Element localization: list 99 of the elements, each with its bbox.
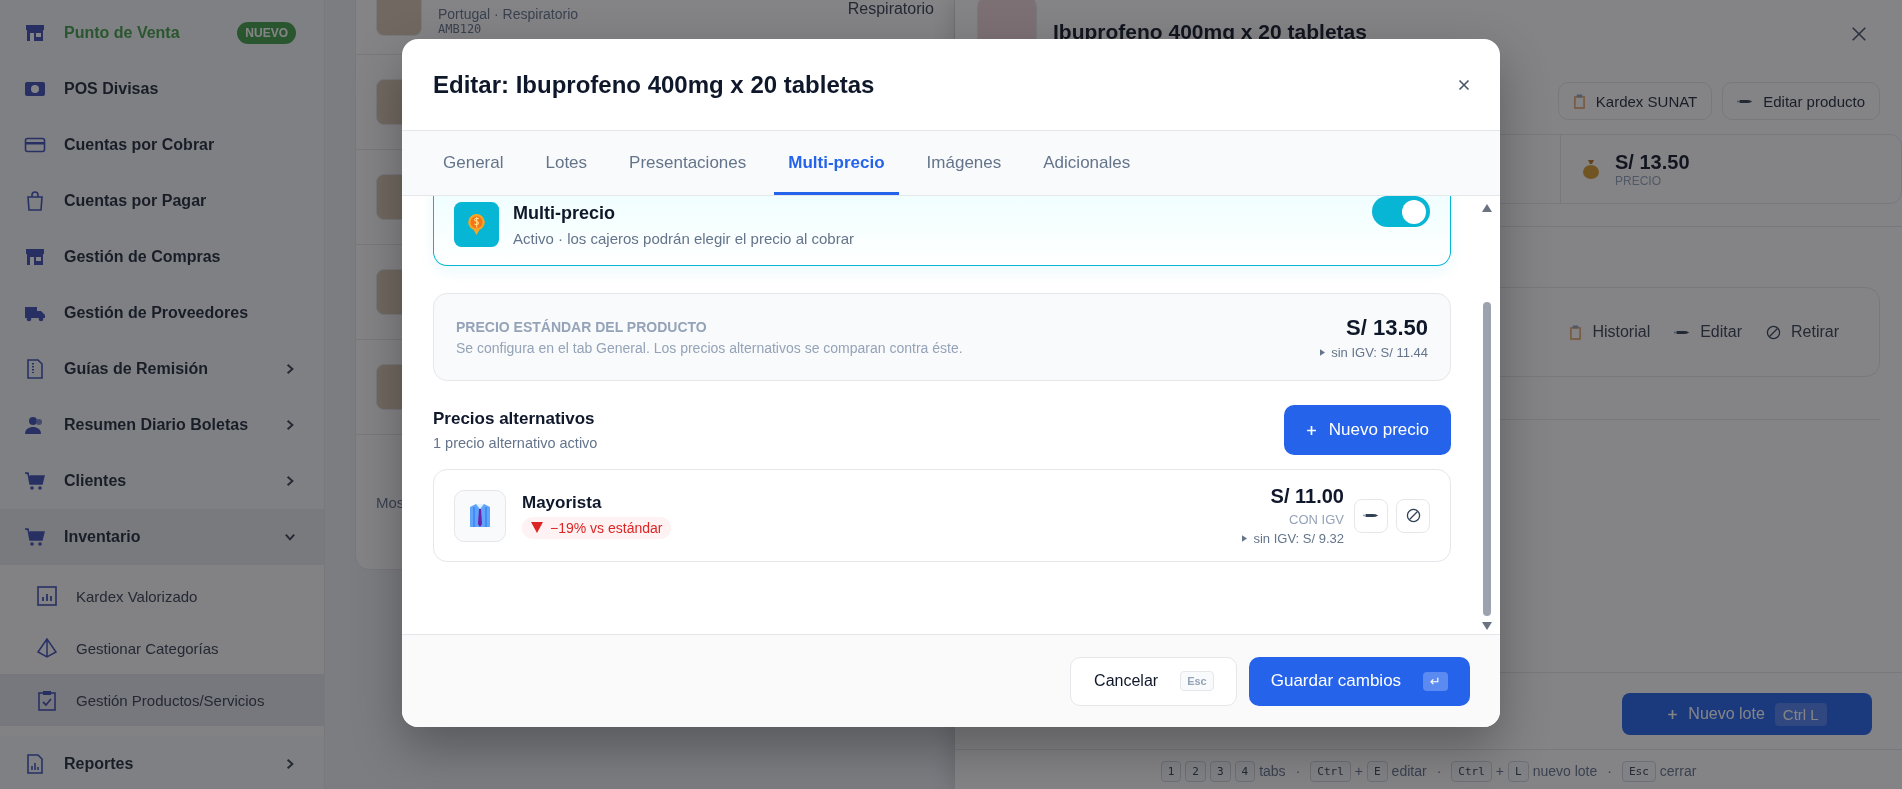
edit-button[interactable]: [1354, 498, 1388, 533]
keyboard-key: L: [1508, 760, 1529, 782]
money-badge-icon: [454, 202, 499, 247]
sidebar-item[interactable]: Resumen Diario Boletas: [0, 397, 324, 453]
keyboard-key: 3: [1209, 760, 1231, 782]
close-icon[interactable]: [1458, 78, 1470, 91]
submenu-item[interactable]: Gestionar Categorías: [0, 622, 324, 674]
product-category: Respiratorio: [847, 0, 934, 18]
sidebar-item[interactable]: Cuentas por Pagar: [0, 173, 324, 229]
plus-icon: [1305, 424, 1317, 436]
scroll-up-icon[interactable]: [1482, 204, 1492, 212]
store-icon: [24, 22, 46, 44]
panel-action-button[interactable]: Kardex SUNAT: [1557, 82, 1713, 120]
tab[interactable]: Lotes: [531, 131, 602, 195]
submenu-item[interactable]: Gestión Productos/Servicios: [0, 674, 324, 726]
pen-icon: [1363, 512, 1379, 519]
money-bag-icon: [1581, 158, 1601, 180]
keyboard-key: 4: [1234, 760, 1256, 782]
submenu-item[interactable]: Kardex Valorizado: [0, 570, 324, 622]
keyboard-key: Ctrl: [1451, 760, 1492, 782]
sidebar-item[interactable]: POS Divisas: [0, 61, 324, 117]
cart-icon: [24, 470, 46, 492]
section-subtitle: 1 precio alternativo activo: [433, 435, 598, 451]
sidebar-item[interactable]: Guías de Remisión: [0, 341, 324, 397]
price-value: S/ 13.50: [1615, 150, 1690, 174]
cancel-button[interactable]: Cancelar Esc: [1070, 656, 1237, 706]
sidebar-item[interactable]: Reportes: [0, 736, 324, 789]
shortcut-label: nuevo lote: [1532, 763, 1598, 779]
caret-icon: [1320, 348, 1326, 356]
sidebar-item[interactable]: Punto de Venta NUEVO: [0, 5, 324, 61]
batch-action-button[interactable]: Retirar: [1766, 323, 1839, 341]
sidebar-item[interactable]: Clientes: [0, 453, 324, 509]
shortcut-label: editar: [1391, 763, 1427, 779]
panel-action-button[interactable]: Editar producto: [1722, 82, 1880, 120]
shortcut-key: ↵: [1423, 671, 1448, 691]
prohibited-icon: [1405, 508, 1421, 523]
store-icon: [24, 246, 46, 268]
shortcut-label: tabs: [1259, 763, 1286, 779]
alternative-price: S/ 11.00: [1270, 485, 1344, 508]
tab[interactable]: Adicionales: [1029, 131, 1145, 195]
shortcut-key: Esc: [1180, 671, 1214, 691]
report-icon: [24, 753, 46, 775]
toggle-switch[interactable]: [1372, 196, 1430, 227]
scroll-down-icon[interactable]: [1482, 622, 1492, 630]
batch-action-button[interactable]: Editar: [1674, 323, 1742, 341]
section-description: Se configura en el tab General. Los precios alternativos se comparan contra éste.: [456, 339, 964, 356]
clipboard-icon: [1572, 93, 1586, 109]
net-price: sin IGV: S/ 11.44: [1331, 344, 1428, 360]
price-name: Mayorista: [522, 492, 602, 513]
clipboard-check-icon: [36, 689, 58, 711]
feature-description: Activo · los cajeros podrán elegir el precio al cobrar: [513, 230, 855, 247]
chart-icon: [36, 585, 58, 607]
sidebar-item[interactable]: Gestión de Proveedores: [0, 285, 324, 341]
disable-button[interactable]: [1396, 498, 1430, 533]
shortcut-label: cerrar: [1659, 763, 1697, 779]
shopping-bag-icon: [24, 190, 46, 212]
scrollbar-thumb[interactable]: [1483, 302, 1491, 616]
tab[interactable]: Imágenes: [912, 131, 1016, 195]
sidebar-item[interactable]: Gestión de Compras: [0, 229, 324, 285]
sidebar-item[interactable]: Cuentas por Cobrar: [0, 117, 324, 173]
net-price: sin IGV: S/ 9.32: [1253, 531, 1344, 546]
close-icon[interactable]: [1850, 25, 1868, 43]
new-badge: NUEVO: [237, 22, 296, 44]
separator-dot: ·: [1436, 763, 1442, 779]
cart-icon: [24, 526, 46, 548]
separator-dot: ·: [1607, 763, 1612, 779]
batch-action-button[interactable]: Historial: [1569, 323, 1651, 341]
plus-sign: +: [1354, 763, 1363, 779]
pyramid-icon: [36, 637, 58, 659]
tab[interactable]: Presentaciones: [615, 131, 761, 195]
dialog-title: Editar: Ibuprofeno 400mg x 20 tabletas: [433, 70, 876, 99]
new-batch-button[interactable]: Nuevo lote Ctrl L: [1622, 693, 1872, 735]
keyboard-key: Ctrl: [1310, 760, 1351, 782]
plus-icon: [1667, 708, 1679, 720]
pen-icon: [1674, 328, 1691, 336]
separator-dot: ·: [1295, 763, 1301, 779]
keyboard-key: E: [1367, 760, 1388, 782]
pen-icon: [1737, 97, 1754, 105]
feature-title: Multi-precio: [513, 203, 616, 224]
tab[interactable]: General: [429, 131, 518, 195]
difference-badge: −19% vs estándar: [522, 516, 672, 539]
sidebar-item[interactable]: Inventario: [0, 509, 324, 565]
document-icon: [24, 358, 46, 380]
tax-note: CON IGV: [1289, 512, 1344, 527]
prohibited-icon: [1766, 324, 1781, 340]
save-button[interactable]: Guardar cambios ↵: [1248, 656, 1470, 706]
clipboard-icon: [1569, 324, 1583, 340]
keyboard-key: Esc: [1621, 760, 1656, 782]
product-meta: Portugal · Respiratorio: [438, 6, 580, 22]
new-price-button[interactable]: Nuevo precio: [1283, 405, 1451, 455]
plus-sign: +: [1495, 763, 1504, 779]
section-title: Precios alternativos: [433, 409, 596, 429]
shirt-icon: [454, 489, 506, 542]
caret-icon: [1242, 535, 1248, 542]
standard-price: S/ 13.50: [1346, 314, 1428, 341]
section-label: PRECIO ESTÁNDAR DEL PRODUCTO: [456, 318, 708, 335]
keyboard-key: 2: [1185, 760, 1206, 782]
product-code: AMB120: [438, 22, 483, 36]
keyboard-key: 1: [1160, 760, 1182, 782]
